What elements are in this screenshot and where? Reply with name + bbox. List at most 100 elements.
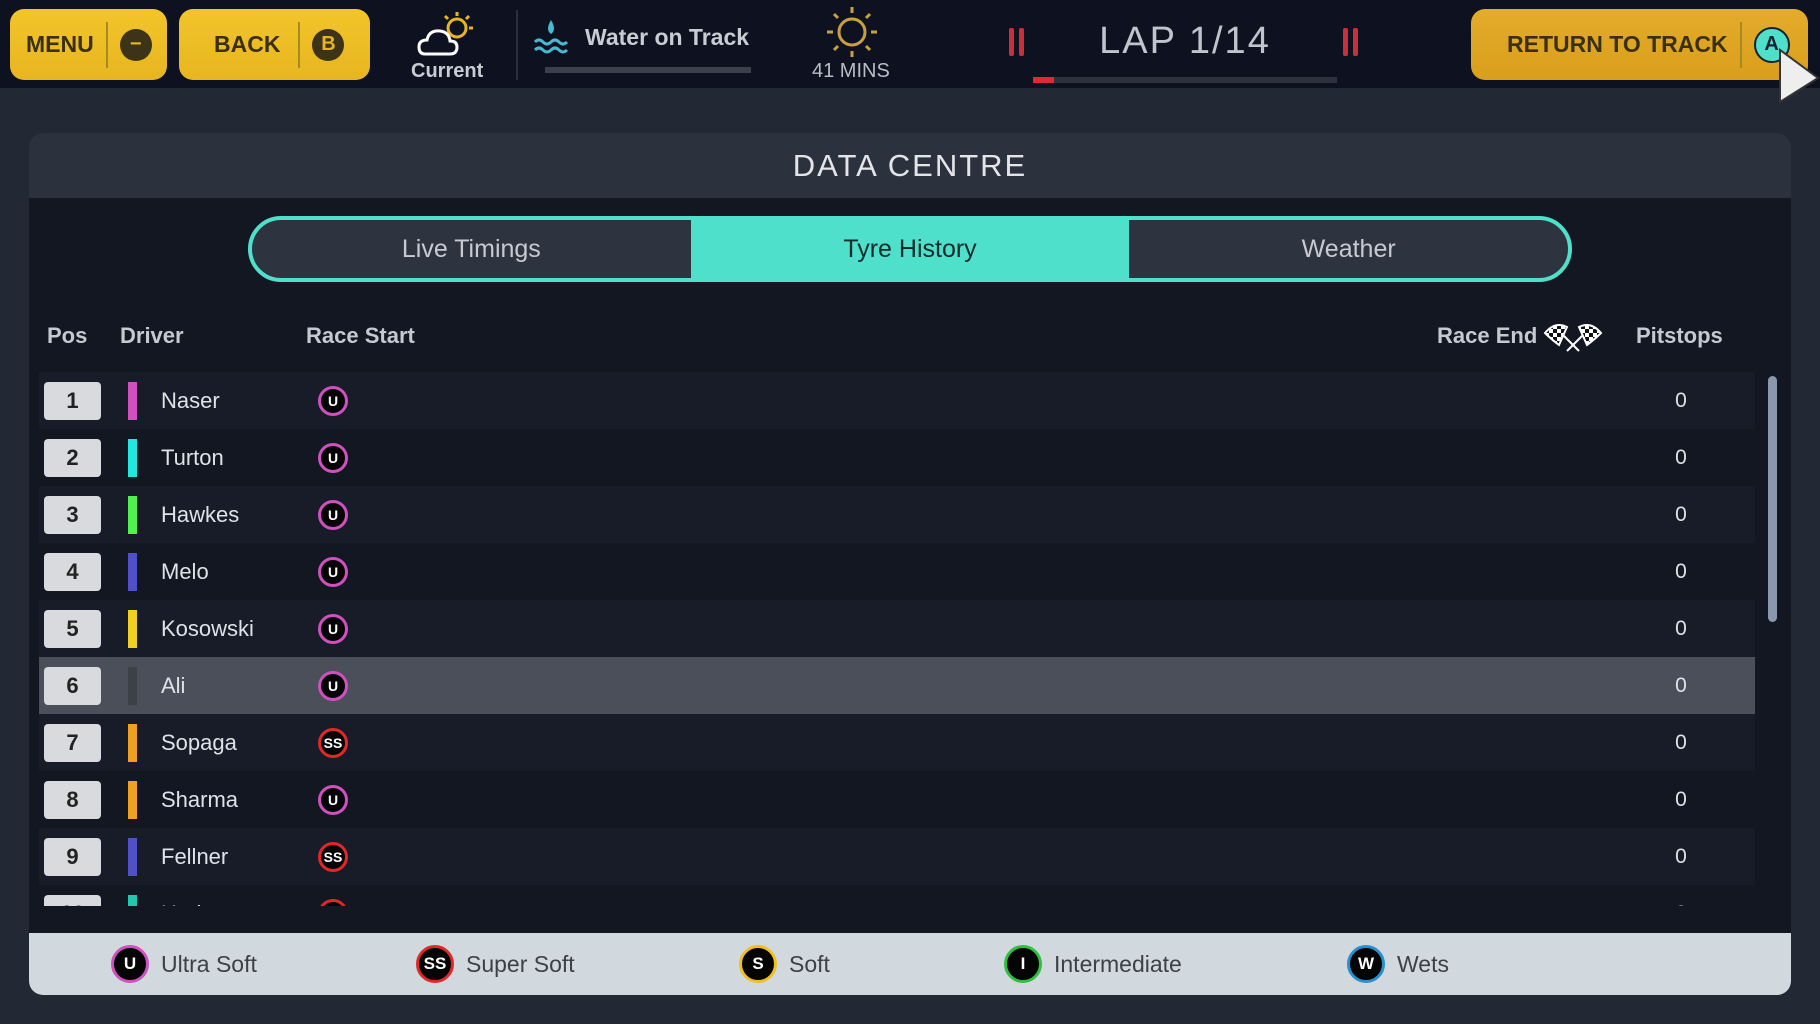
tab-tyre-history[interactable]: Tyre History	[690, 220, 1130, 278]
data-centre-panel: DATA CENTRE Live Timings Tyre History We…	[29, 133, 1791, 995]
position-badge: 8	[44, 780, 101, 819]
table-row[interactable]: 6 Ali U 0	[39, 657, 1755, 714]
back-button[interactable]: BACK B	[179, 9, 370, 80]
lap-counter: LAP 1/14	[1099, 20, 1271, 62]
driver-name: Melo	[161, 558, 209, 584]
tab-bar: Live Timings Tyre History Weather	[248, 216, 1572, 282]
legend-item: S Soft	[739, 945, 830, 983]
team-color-bar	[128, 837, 137, 876]
driver-name: Hawkes	[161, 501, 240, 527]
team-color-bar	[128, 723, 137, 762]
position-badge: 2	[44, 438, 101, 477]
column-header-race-start: Race Start	[306, 323, 415, 348]
tyre-compound-icon: U	[111, 945, 149, 983]
tyre-compound-icon: SS	[318, 727, 348, 758]
team-color-bar	[128, 438, 137, 477]
table-row[interactable]: 3 Hawkes U 0	[39, 486, 1755, 543]
panel-title: DATA CENTRE	[29, 133, 1791, 198]
table-row[interactable]: 5 Kosowski U 0	[39, 600, 1755, 657]
scrollbar[interactable]	[1768, 376, 1777, 622]
table-row[interactable]: 1 Naser U 0	[39, 372, 1755, 429]
legend-label: Ultra Soft	[161, 950, 257, 977]
table-row[interactable]: 7 Sopaga SS 0	[39, 714, 1755, 771]
tyre-compound-icon: U	[318, 499, 348, 530]
tyre-compound-icon: U	[318, 784, 348, 815]
position-badge: 1	[44, 381, 101, 420]
table-row[interactable]: 9 Fellner SS 0	[39, 828, 1755, 885]
water-level-bar	[545, 67, 751, 73]
driver-name: Ali	[161, 672, 186, 698]
pitstop-count: 0	[1675, 844, 1687, 868]
pitstop-count: 0	[1675, 616, 1687, 640]
pitstop-count: 0	[1675, 673, 1687, 697]
table-row[interactable]: 10 Hodges SS 0	[39, 885, 1755, 906]
tyre-compound-icon: SS	[318, 898, 348, 906]
tab-weather[interactable]: Weather	[1129, 220, 1568, 278]
table-row[interactable]: 2 Turton U 0	[39, 429, 1755, 486]
tyre-compound-icon: U	[318, 442, 348, 473]
pitstop-count: 0	[1675, 502, 1687, 526]
pause-right-icon	[1343, 28, 1358, 56]
legend-item: W Wets	[1347, 945, 1449, 983]
column-header-pitstops: Pitstops	[1636, 323, 1723, 348]
tab-live-timings[interactable]: Live Timings	[252, 220, 691, 278]
divider	[516, 10, 518, 80]
tyre-compound-icon: U	[318, 385, 348, 416]
divider	[1739, 21, 1742, 68]
position-badge: 4	[44, 552, 101, 591]
driver-name: Turton	[161, 444, 224, 470]
team-color-bar	[128, 666, 137, 705]
team-color-bar	[128, 381, 137, 420]
water-label: Water on Track	[585, 24, 750, 50]
back-label: BACK	[214, 31, 281, 57]
position-badge: 5	[44, 609, 101, 648]
driver-name: Kosowski	[161, 615, 254, 641]
position-badge: 7	[44, 723, 101, 762]
pitstop-count: 0	[1675, 730, 1687, 754]
tyre-compound-icon: SS	[416, 945, 454, 983]
team-color-bar	[128, 552, 137, 591]
divider	[298, 21, 301, 68]
legend-label: Intermediate	[1054, 950, 1182, 977]
column-header-race-end: Race End	[1437, 323, 1538, 348]
tyre-compound-icon: S	[739, 945, 777, 983]
divider	[105, 21, 108, 68]
position-badge: 10	[44, 894, 101, 906]
minus-key-icon: −	[119, 28, 152, 61]
driver-name: Hodges	[161, 901, 237, 907]
return-label: RETURN TO TRACK	[1507, 31, 1728, 57]
position-badge: 6	[44, 666, 101, 705]
menu-button[interactable]: MENU −	[10, 9, 167, 80]
legend-label: Super Soft	[466, 950, 575, 977]
pitstop-count: 0	[1675, 787, 1687, 811]
table-row[interactable]: 8 Sharma U 0	[39, 771, 1755, 828]
position-badge: 9	[44, 837, 101, 876]
pause-left-icon	[1009, 28, 1024, 56]
water-icon	[533, 20, 569, 54]
team-color-bar	[128, 894, 137, 906]
tyre-compound-icon: U	[318, 556, 348, 587]
top-bar: MENU − BACK B Current Water on Track 41 …	[0, 0, 1820, 104]
tyre-compound-icon: U	[318, 613, 348, 644]
driver-name: Sharma	[161, 786, 239, 812]
driver-name: Fellner	[161, 843, 229, 869]
checkered-flags-icon	[1543, 324, 1603, 352]
cursor-icon	[1779, 48, 1820, 104]
pitstop-count: 0	[1675, 559, 1687, 583]
legend-label: Soft	[789, 950, 830, 977]
legend-item: U Ultra Soft	[111, 945, 257, 983]
partly-cloudy-icon	[417, 12, 473, 56]
legend-item: SS Super Soft	[416, 945, 575, 983]
tyre-compound-icon: W	[1347, 945, 1385, 983]
team-color-bar	[128, 780, 137, 819]
team-color-bar	[128, 495, 137, 534]
menu-label: MENU	[26, 31, 94, 57]
tyre-legend: U Ultra Soft SS Super Soft S Soft I Intermediat…	[29, 933, 1791, 995]
tyre-compound-icon: I	[1004, 945, 1042, 983]
team-color-bar	[128, 609, 137, 648]
position-badge: 3	[44, 495, 101, 534]
legend-item: I Intermediate	[1004, 945, 1182, 983]
return-to-track-button[interactable]: RETURN TO TRACK A	[1471, 9, 1808, 80]
pitstop-count: 0	[1666, 902, 1696, 907]
table-row[interactable]: 4 Melo U 0	[39, 543, 1755, 600]
